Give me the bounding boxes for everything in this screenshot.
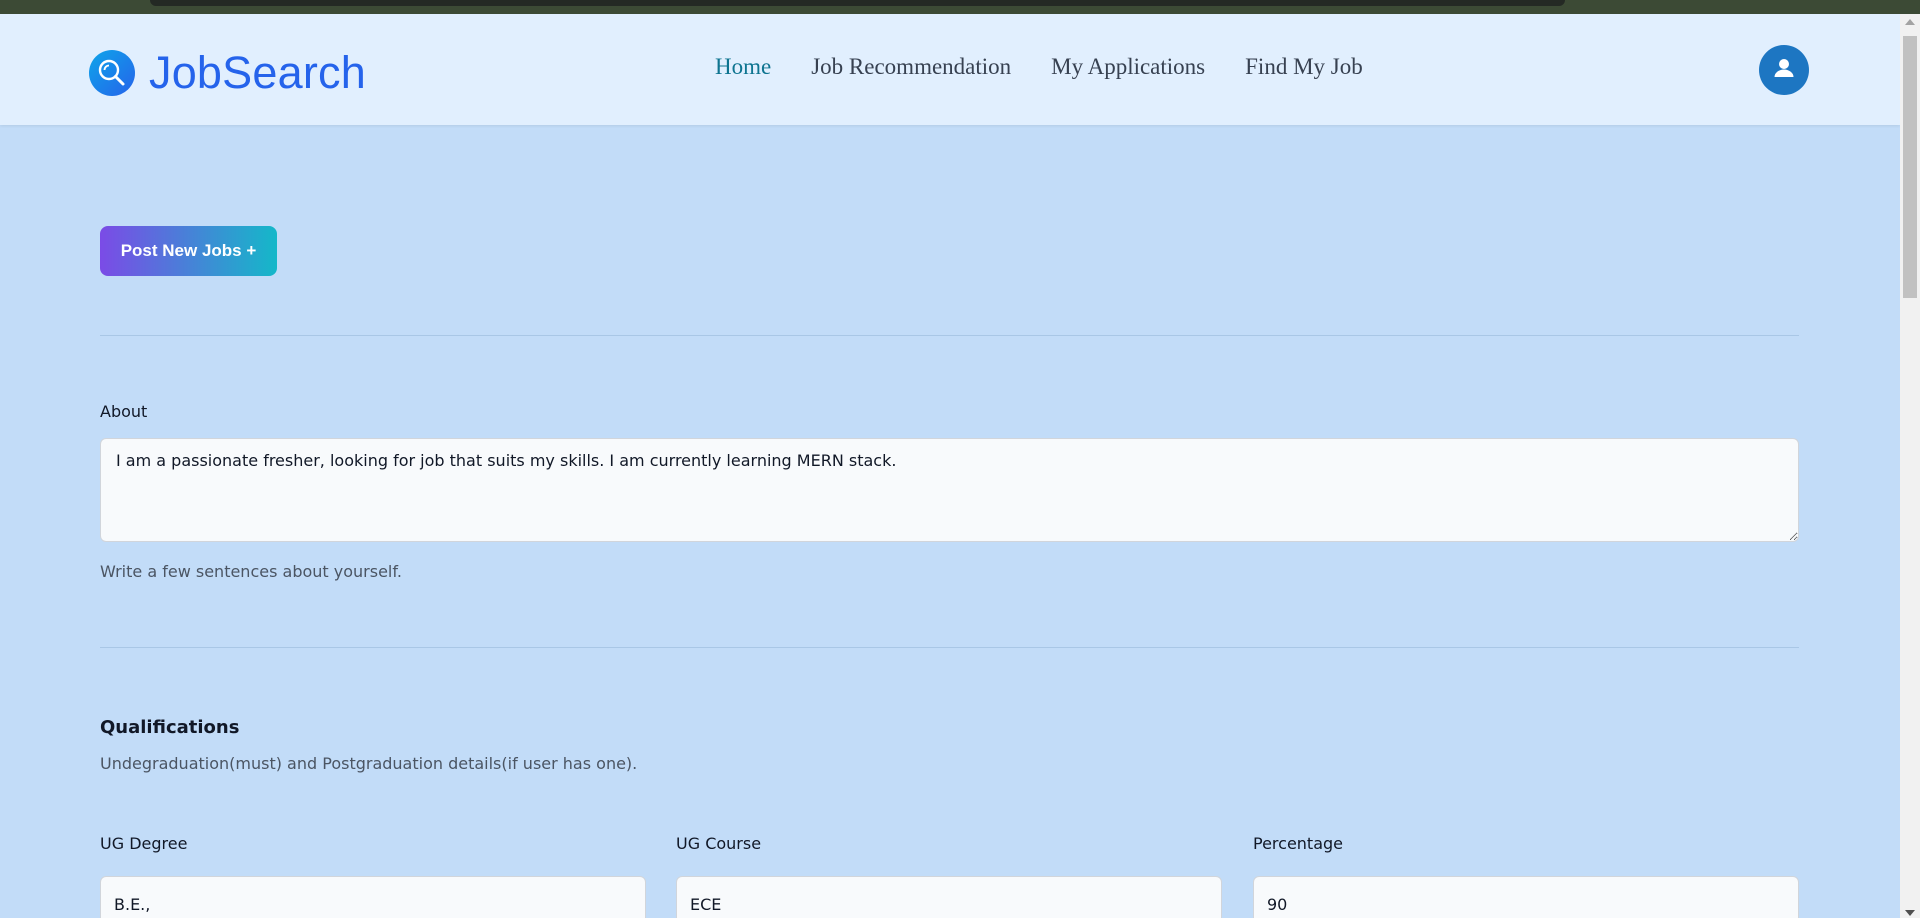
- divider: [100, 335, 1799, 336]
- browser-tab-bar: [150, 0, 1565, 6]
- nav-home[interactable]: Home: [715, 54, 771, 80]
- scrollbar-thumb[interactable]: [1903, 36, 1917, 298]
- ug-course-field[interactable]: ECE: [676, 876, 1222, 918]
- ug-course-label: UG Course: [676, 834, 762, 853]
- about-textarea[interactable]: I am a passionate fresher, looking for j…: [100, 438, 1799, 542]
- ug-degree-label: UG Degree: [100, 834, 188, 853]
- percentage-label: Percentage: [1253, 834, 1344, 853]
- scroll-down-arrow-icon[interactable]: [1905, 910, 1915, 916]
- about-label: About: [100, 402, 148, 421]
- browser-top-strip: [0, 0, 1920, 14]
- nav-my-applications[interactable]: My Applications: [1051, 54, 1205, 80]
- nav-find-my-job[interactable]: Find My Job: [1245, 54, 1363, 80]
- logo[interactable]: JobSearch: [89, 47, 366, 99]
- site-header: JobSearch Home Job Recommendation My App…: [0, 14, 1900, 125]
- scroll-up-arrow-icon[interactable]: [1905, 19, 1915, 25]
- nav-job-recommendation[interactable]: Job Recommendation: [811, 54, 1011, 80]
- about-help-text: Write a few sentences about yourself.: [100, 562, 402, 581]
- user-icon: [1772, 56, 1796, 84]
- qualifications-title: Qualifications: [100, 717, 240, 738]
- user-avatar-button[interactable]: [1759, 45, 1809, 95]
- page-scrollbar[interactable]: [1900, 14, 1920, 918]
- ug-degree-field[interactable]: B.E.,: [100, 876, 646, 918]
- qualifications-help-text: Undegraduation(must) and Postgraduation …: [100, 754, 638, 773]
- magnifier-icon: [89, 50, 135, 96]
- main-nav: Home Job Recommendation My Applications …: [715, 54, 1363, 80]
- post-new-jobs-button[interactable]: Post New Jobs +: [100, 226, 277, 276]
- percentage-field[interactable]: 90: [1253, 876, 1799, 918]
- divider: [100, 647, 1799, 648]
- page: JobSearch Home Job Recommendation My App…: [0, 14, 1900, 918]
- app-name: JobSearch: [149, 47, 366, 98]
